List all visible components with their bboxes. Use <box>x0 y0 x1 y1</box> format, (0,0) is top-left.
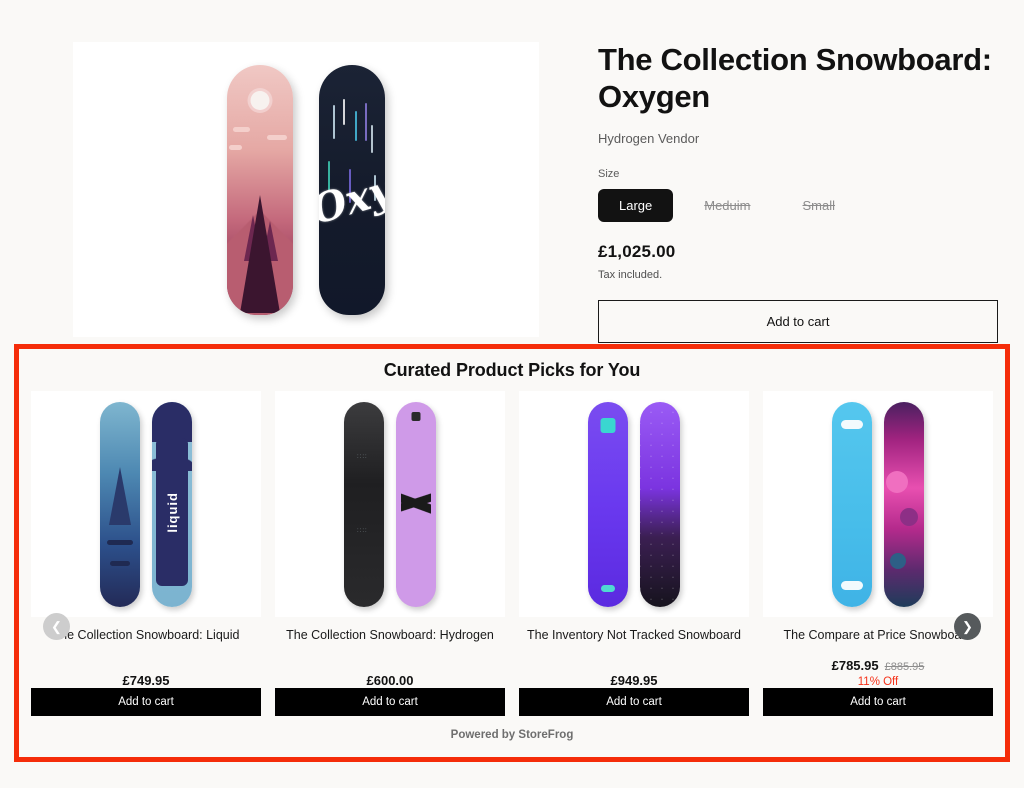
product-carousel: ❮ ❯ liquid The Collection Snowboard: Liq… <box>19 391 1005 716</box>
product-card-pricing: £785.95 £885.95 11% Off <box>763 642 993 688</box>
size-option-label: Size <box>598 168 620 181</box>
logo-badge-icon <box>600 417 616 433</box>
product-card-price: £749.95 <box>122 673 170 688</box>
streak-shape <box>333 104 335 139</box>
grid-pattern <box>640 401 680 607</box>
pill-shape <box>601 585 615 593</box>
discount-badge: 11% Off <box>857 676 899 688</box>
card-add-to-cart-button[interactable]: Add to cart <box>763 688 993 716</box>
brush-stroke-art <box>400 471 432 537</box>
cloud-icon <box>841 419 863 429</box>
snowboard-art-compare-front <box>832 401 872 607</box>
product-card-image[interactable]: liquid <box>31 391 261 617</box>
product-card[interactable]: :::: :::: The Collection Snowboard: Hydr… <box>275 391 505 716</box>
brand-wordmark-art: liquid <box>155 438 189 586</box>
widget-title: Curated Product Picks for You <box>383 360 641 380</box>
product-card-image[interactable] <box>763 391 993 617</box>
product-card-price: £600.00 <box>366 673 414 688</box>
product-card-price: £785.95 £885.95 <box>763 658 993 673</box>
island-shape <box>110 560 130 566</box>
snowboard-art-liquid-back: liquid <box>152 401 192 607</box>
tax-note: Tax included. <box>598 269 663 282</box>
product-card[interactable]: The Inventory Not Tracked Snowboard £949… <box>519 391 749 716</box>
product-card-compare-price: £885.95 <box>884 661 925 673</box>
size-variant-group: Large Meduim Small <box>598 189 998 223</box>
product-card-pricing: £949.95 <box>519 642 749 688</box>
card-add-to-cart-button[interactable]: Add to cart <box>519 688 749 716</box>
streak-shape <box>365 102 367 141</box>
snowboard-art-inventory-back <box>640 401 680 607</box>
streak-shape <box>355 110 357 141</box>
snowboard-art-oxygen-front <box>227 64 293 315</box>
product-gallery: Oxy <box>26 42 586 395</box>
product-card-name: The Inventory Not Tracked Snowboard <box>526 628 741 642</box>
recommendations-widget: Curated Product Picks for You ❮ ❯ liquid <box>14 344 1010 762</box>
product-card-sale-price: £785.95 <box>831 658 879 673</box>
product-detail-section: Oxy The Collection Snowboard: Oxygen Hyd… <box>0 0 1024 396</box>
product-card-price: £949.95 <box>610 673 658 688</box>
chevron-right-icon[interactable]: ❯ <box>954 613 981 640</box>
tag-shape <box>411 411 421 421</box>
blob-shape <box>900 508 918 527</box>
snowboard-art-hydrogen-front: :::: :::: <box>344 401 384 607</box>
product-card-image[interactable] <box>519 391 749 617</box>
product-main-image[interactable]: Oxy <box>73 42 539 337</box>
card-add-to-cart-button[interactable]: Add to cart <box>31 688 261 716</box>
product-card-name: The Collection Snowboard: Hydrogen <box>286 628 494 642</box>
product-card-image[interactable]: :::: :::: <box>275 391 505 617</box>
snowboard-art-inventory-front <box>588 401 628 607</box>
variant-option-small[interactable]: Small <box>782 189 857 222</box>
streak-shape <box>371 124 373 153</box>
dot-pattern: :::: <box>357 453 368 460</box>
streak-shape <box>343 98 345 125</box>
add-to-cart-button[interactable]: Add to cart <box>598 300 998 344</box>
product-price: £1,025.00 <box>598 242 676 262</box>
snowboard-art-hydrogen-back <box>396 401 436 607</box>
variant-option-medium[interactable]: Meduim <box>683 189 771 222</box>
snowboard-art-oxygen-back: Oxy <box>319 64 385 315</box>
page-title: The Collection Snowboard: Oxygen <box>598 42 992 114</box>
card-add-to-cart-button[interactable]: Add to cart <box>275 688 505 716</box>
island-shape <box>107 540 133 545</box>
product-card[interactable]: The Compare at Price Snowboard £785.95 £8… <box>763 391 993 716</box>
blob-shape <box>886 471 909 494</box>
product-info: The Collection Snowboard: Oxygen Hydroge… <box>586 42 998 396</box>
variant-option-large[interactable]: Large <box>598 189 674 223</box>
powered-by-label: Powered by StoreFrog <box>450 729 574 741</box>
sun-icon <box>250 90 270 110</box>
snowboard-art-compare-back <box>884 401 924 607</box>
product-card-pricing: £600.00 <box>275 642 505 688</box>
product-card-pricing: £749.95 <box>31 642 261 688</box>
chevron-left-icon[interactable]: ❮ <box>43 613 70 640</box>
cloud-shape <box>233 126 250 132</box>
product-vendor: Hydrogen Vendor <box>598 131 700 147</box>
blob-shape <box>889 553 906 570</box>
dot-pattern: :::: <box>357 527 368 534</box>
product-card[interactable]: liquid The Collection Snowboard: Liquid … <box>31 391 261 716</box>
carousel-track: liquid The Collection Snowboard: Liquid … <box>31 391 993 716</box>
cloud-icon <box>841 581 863 591</box>
tree-shape <box>240 194 280 313</box>
tree-shape <box>109 466 131 525</box>
snowboard-art-liquid-front <box>100 401 140 607</box>
cloud-shape <box>267 134 287 140</box>
